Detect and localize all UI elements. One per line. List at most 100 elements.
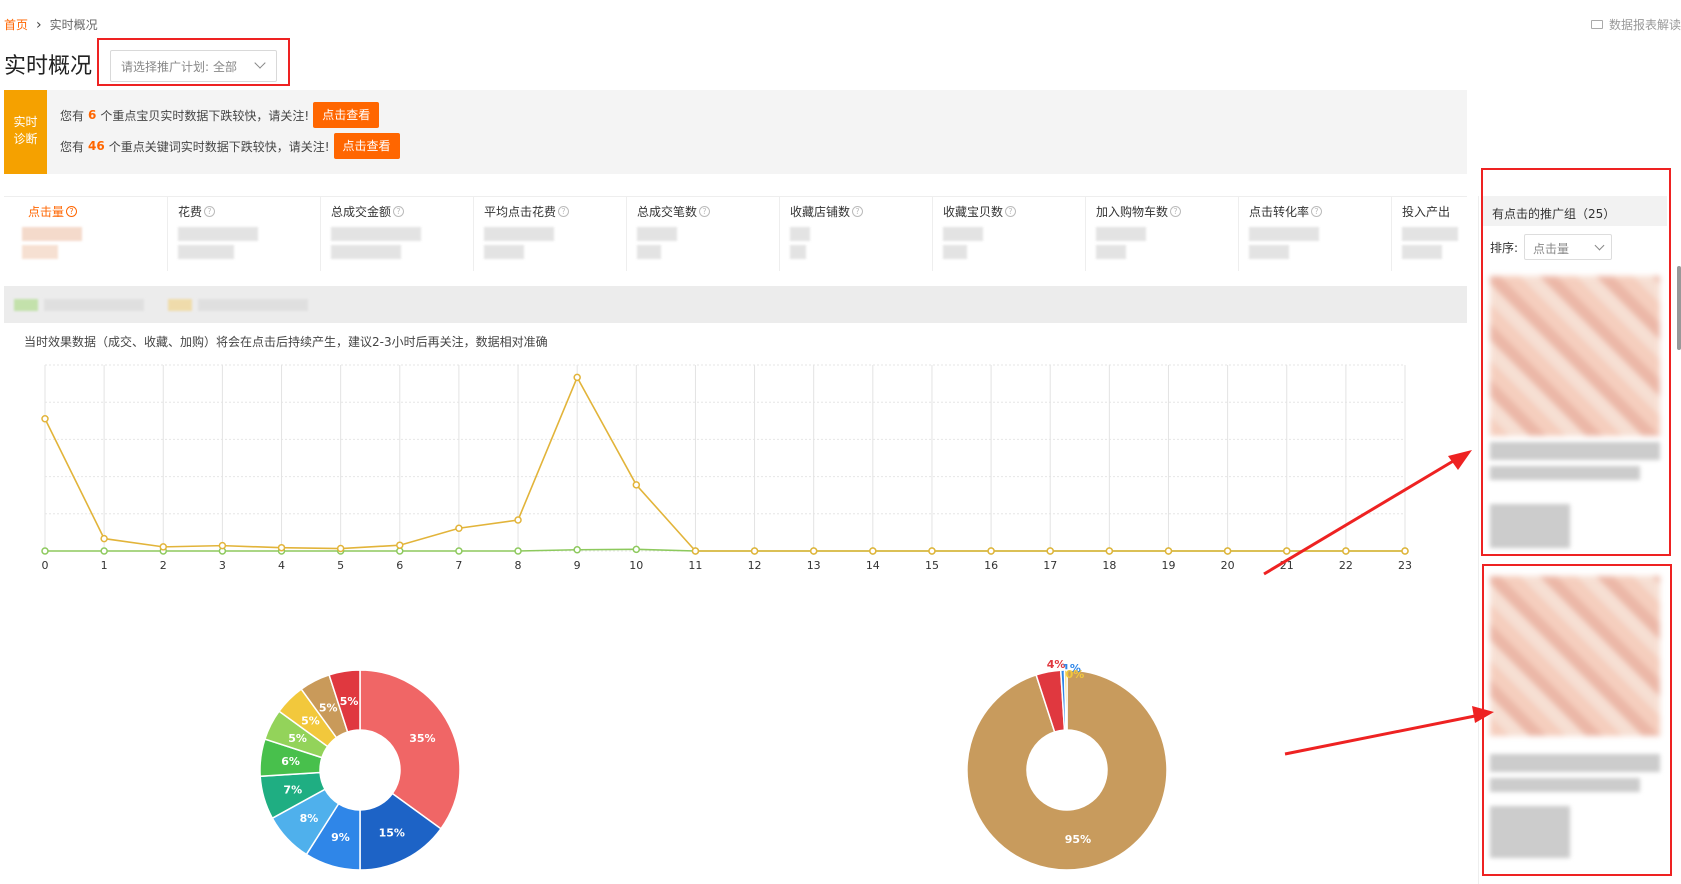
slice-label: 9%	[331, 831, 350, 844]
metric-tab-avg-cpc[interactable]: 平均点击花费?	[473, 197, 626, 271]
x-tick-label: 5	[337, 559, 344, 572]
slice-label: 5%	[340, 695, 359, 708]
x-tick-label: 19	[1161, 559, 1175, 572]
data-point	[41, 414, 49, 423]
metric-value-blurred	[331, 227, 421, 241]
metric-label: 投入产出	[1402, 205, 1451, 219]
highlight-box-plan	[97, 38, 290, 86]
data-point	[455, 524, 463, 533]
x-tick-label: 20	[1221, 559, 1235, 572]
data-point	[41, 547, 49, 555]
video-icon	[1590, 20, 1603, 29]
diagnosis-tag: 实时 诊断	[4, 90, 47, 174]
data-point	[277, 543, 286, 552]
metric-tab-cost[interactable]: 花费?	[167, 197, 320, 271]
data-point	[396, 541, 404, 549]
x-tick-label: 2	[160, 559, 167, 572]
x-tick-label: 8	[515, 559, 522, 572]
view-keywords-button[interactable]: 点击查看	[333, 133, 400, 159]
x-tick-label: 10	[629, 559, 643, 572]
donut-chart-right: 95%4%1%0%	[966, 660, 1168, 871]
metric-label: 点击转化率	[1249, 205, 1310, 219]
breadcrumb-home-link[interactable]: 首页	[4, 16, 28, 33]
data-point	[573, 546, 581, 554]
report-guide-link[interactable]: 数据报表解读	[1590, 16, 1681, 33]
data-point	[691, 547, 700, 555]
data-point	[1282, 547, 1291, 555]
diagnosis-tag-line2: 诊断	[13, 132, 38, 146]
slice-label: 6%	[281, 755, 300, 768]
x-tick-label: 3	[219, 559, 226, 572]
help-icon: ?	[66, 206, 78, 217]
metric-compare-blurred	[331, 245, 401, 259]
metric-tab-clicks[interactable]: 点击量?	[4, 197, 167, 271]
metric-value-blurred	[637, 227, 677, 241]
metric-tab-orders[interactable]: 总成交笔数?	[626, 197, 779, 271]
x-tick-label: 18	[1102, 559, 1116, 572]
metric-tab-add-to-cart[interactable]: 加入购物车数?	[1085, 197, 1238, 271]
data-point	[514, 516, 522, 524]
metric-label: 总成交金额	[331, 205, 392, 219]
legend-swatch-yesterday[interactable]	[14, 299, 38, 311]
data-point	[869, 547, 877, 555]
metric-value-blurred	[178, 227, 258, 241]
hourly-line-chart: 0 1 2 3 4 5 6 7 8 9 10 11 12 13 14 15 16 17 18 19 20 21 22 23	[41, 364, 1412, 572]
x-tick-label: 17	[1043, 559, 1057, 572]
metric-tab-cvr[interactable]: 点击转化率?	[1238, 197, 1391, 271]
metric-compare-blurred	[1096, 245, 1126, 259]
help-icon: ?	[1311, 206, 1323, 217]
x-tick-label: 7	[455, 559, 462, 572]
x-tick-label: 4	[278, 559, 285, 572]
slice-label: 0%	[1066, 668, 1085, 681]
metric-tab-shop-favorites[interactable]: 收藏店铺数?	[779, 197, 932, 271]
sidebar-scrollbar[interactable]	[1677, 266, 1681, 350]
help-icon: ?	[1005, 206, 1017, 217]
data-point	[809, 547, 818, 555]
metric-label: 花费	[178, 205, 203, 219]
chevron-right-icon: ›	[36, 16, 42, 33]
metric-tab-roi[interactable]: 投入产出	[1391, 197, 1467, 271]
data-point	[100, 547, 108, 555]
legend-label-blurred	[44, 299, 144, 311]
help-icon: ?	[699, 206, 711, 217]
data-point	[1223, 547, 1232, 555]
data-point	[632, 481, 641, 489]
breadcrumb-current: 实时概况	[49, 18, 98, 32]
data-point	[159, 543, 168, 551]
data-point	[987, 547, 995, 555]
donut-chart-left: 35%15%9%8%7%6%5%5%5%5%	[259, 669, 461, 871]
realtime-overview-page: 首页 › 实时概况 数据报表解读 实时概况 请选择推广计划: 全部 实时 诊断 …	[0, 0, 1681, 884]
data-point	[1046, 547, 1054, 555]
help-icon: ?	[558, 206, 570, 217]
diagnosis-count: 46	[88, 139, 105, 153]
series-line	[44, 375, 1405, 552]
metric-value-blurred	[1096, 227, 1146, 241]
metric-tab-item-favorites[interactable]: 收藏宝贝数?	[932, 197, 1085, 271]
metric-compare-blurred	[1402, 245, 1442, 259]
legend-swatch-today[interactable]	[168, 299, 192, 311]
metric-tab-gmv[interactable]: 总成交金额?	[320, 197, 473, 271]
data-point	[1401, 547, 1409, 555]
data-point	[514, 547, 522, 555]
metric-compare-blurred	[1249, 245, 1289, 259]
help-icon: ?	[204, 206, 216, 217]
metric-compare-blurred	[943, 245, 967, 259]
metric-compare-blurred	[484, 245, 524, 259]
legend-label-blurred	[198, 299, 308, 311]
metric-value-blurred	[22, 227, 82, 241]
metric-value-blurred	[790, 227, 810, 241]
slice-label: 35%	[409, 732, 435, 745]
x-tick-label: 14	[866, 559, 880, 572]
view-items-button[interactable]: 点击查看	[313, 102, 380, 128]
metric-label: 收藏宝贝数	[943, 205, 1004, 219]
metric-label: 收藏店铺数	[790, 205, 851, 219]
data-point	[1105, 547, 1114, 555]
data-point	[1342, 547, 1350, 555]
diagnosis-tag-line1: 实时	[13, 115, 38, 129]
x-tick-label: 13	[807, 559, 821, 572]
metrics-row: 点击量? 花费? 总成交金额? 平均点击花费? 总成交笔数? 收藏店铺数? 收藏…	[4, 196, 1467, 271]
metric-compare-blurred	[22, 245, 58, 259]
x-tick-label: 23	[1398, 559, 1412, 572]
slice-label: 15%	[379, 826, 405, 839]
breadcrumb: 首页 › 实时概况	[4, 16, 98, 33]
